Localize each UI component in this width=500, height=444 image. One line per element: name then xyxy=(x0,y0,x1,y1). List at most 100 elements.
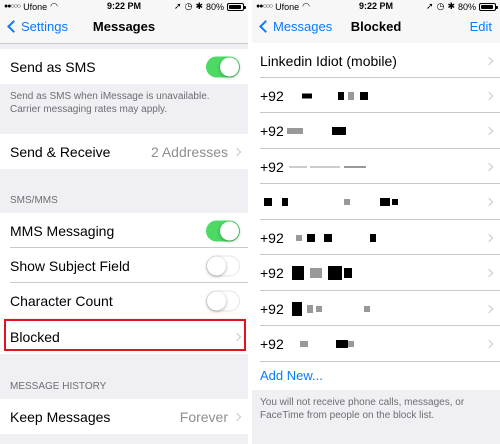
message-history-header: MESSAGE HISTORY xyxy=(10,381,107,392)
blocked-number-prefix: +92 xyxy=(260,265,284,281)
disclosure-chevron-icon xyxy=(484,197,494,207)
redaction-mark xyxy=(296,234,302,241)
redaction-mark xyxy=(324,233,332,242)
redaction-mark xyxy=(310,166,340,167)
redaction-mark xyxy=(344,268,352,278)
send-as-sms-toggle[interactable] xyxy=(206,56,240,77)
alarm-icon: ◷ xyxy=(184,1,193,11)
redaction-mark xyxy=(370,233,376,242)
add-new-button[interactable]: Add New... xyxy=(260,368,323,383)
redaction-mark xyxy=(310,268,322,278)
blocked-number-row[interactable]: +92 xyxy=(252,326,500,362)
show-subject-label: Show Subject Field xyxy=(10,257,130,274)
redaction-mark xyxy=(348,91,354,100)
blocked-number-prefix: +92 xyxy=(260,158,284,175)
show-subject-toggle[interactable] xyxy=(206,255,240,276)
redaction-mark xyxy=(302,93,312,98)
disclosure-chevron-icon xyxy=(484,56,494,65)
nav-bar: Settings Messages xyxy=(0,13,248,44)
blocked-number-row[interactable]: +92 xyxy=(252,291,500,326)
redaction-mark xyxy=(380,198,390,206)
battery-percent: 80% xyxy=(205,1,224,12)
blocked-number-row[interactable]: +92 xyxy=(252,255,500,291)
redaction-mark xyxy=(292,301,302,316)
keep-messages-value: Forever xyxy=(179,408,228,425)
blocked-highlight-box xyxy=(4,319,246,351)
page-title: Blocked xyxy=(350,19,402,34)
alarm-icon: ◷ xyxy=(436,1,445,11)
redaction-mark xyxy=(336,340,348,348)
battery-percent: 80% xyxy=(457,1,476,12)
blocked-number-row[interactable]: +92 xyxy=(252,220,500,255)
keep-messages-label: Keep Messages xyxy=(10,408,111,425)
disclosure-chevron-icon xyxy=(484,268,494,278)
show-subject-row: Show Subject Field xyxy=(0,248,248,283)
blocked-number-prefix: +92 xyxy=(260,300,284,317)
blocked-number-prefix: +92 xyxy=(260,87,284,104)
redaction-mark xyxy=(328,266,342,280)
redaction-mark xyxy=(292,266,304,280)
keep-messages-row[interactable]: Keep Messages Forever xyxy=(0,399,248,434)
disclosure-chevron-icon xyxy=(232,412,242,421)
disclosure-chevron-icon xyxy=(484,304,494,313)
blocked-contact-name: Linkedin Idiot (mobile) xyxy=(260,52,397,69)
disclosure-chevron-icon xyxy=(484,339,494,349)
edit-button[interactable]: Edit xyxy=(470,19,492,34)
disclosure-chevron-icon xyxy=(484,91,494,100)
redaction-mark xyxy=(332,127,346,135)
redaction-mark xyxy=(287,128,297,134)
redaction-mark xyxy=(364,305,370,312)
status-bar: ●●○○○ Ufone ◠ 9:22 PM ➚ ◷ ✱ 80% xyxy=(252,0,500,13)
blocked-number-row[interactable] xyxy=(252,184,500,220)
sms-mms-header: SMS/MMS xyxy=(10,195,58,206)
mms-messaging-toggle[interactable] xyxy=(206,220,240,241)
redaction-mark xyxy=(360,91,368,100)
disclosure-chevron-icon xyxy=(484,162,494,171)
redaction-mark xyxy=(282,198,288,206)
disclosure-chevron-icon xyxy=(484,126,494,136)
disclosure-chevron-icon xyxy=(484,233,494,242)
battery-icon xyxy=(227,2,246,11)
redaction-mark xyxy=(348,341,354,347)
character-count-label: Character Count xyxy=(10,292,113,309)
send-as-sms-row: Send as SMS xyxy=(0,49,248,84)
bluetooth-icon: ✱ xyxy=(447,1,455,11)
blocked-contact-row[interactable]: Linkedin Idiot (mobile) xyxy=(252,43,500,78)
bluetooth-icon: ✱ xyxy=(195,1,203,11)
messages-settings-screen: ●●○○○ Ufone ◠ 9:22 PM ➚ ◷ ✱ 80% Settings… xyxy=(0,0,248,444)
redaction-mark xyxy=(300,341,308,347)
blocked-number-row[interactable]: +92 xyxy=(252,113,500,149)
redaction-mark xyxy=(297,128,303,134)
redaction-mark xyxy=(307,304,313,313)
location-icon: ➚ xyxy=(426,1,434,11)
redaction-mark xyxy=(344,199,350,205)
send-receive-label: Send & Receive xyxy=(10,143,111,160)
block-list-footer: You will not receive phone calls, messag… xyxy=(252,390,500,444)
redaction-mark xyxy=(392,199,398,205)
blocked-number-row[interactable]: +92 xyxy=(252,149,500,184)
mms-messaging-label: MMS Messaging xyxy=(10,222,115,239)
location-icon: ➚ xyxy=(174,1,182,11)
blocked-number-prefix: +92 xyxy=(260,229,284,246)
blocked-number-prefix: +92 xyxy=(260,123,284,139)
mms-messaging-row: MMS Messaging xyxy=(0,213,248,248)
redaction-mark xyxy=(316,305,322,312)
battery-icon xyxy=(479,2,498,11)
redaction-mark xyxy=(264,198,272,206)
status-bar: ●●○○○ Ufone ◠ 9:22 PM ➚ ◷ ✱ 80% xyxy=(0,0,248,13)
send-receive-row[interactable]: Send & Receive 2 Addresses xyxy=(0,134,248,169)
send-receive-value: 2 Addresses xyxy=(150,143,228,160)
nav-bar: Messages Blocked Edit xyxy=(252,13,500,44)
character-count-toggle[interactable] xyxy=(206,290,240,311)
blocked-number-row[interactable]: +92 xyxy=(252,78,500,113)
redaction-mark xyxy=(338,91,344,100)
redaction-mark xyxy=(289,166,307,167)
blocked-number-prefix: +92 xyxy=(260,336,284,352)
character-count-row: Character Count xyxy=(0,283,248,318)
redaction-mark xyxy=(307,233,315,242)
blocked-screen: ●●○○○ Ufone ◠ 9:22 PM ➚ ◷ ✱ 80% Messages… xyxy=(252,0,500,444)
page-title: Messages xyxy=(92,19,156,34)
block-list-footnote: You will not receive phone calls, messag… xyxy=(260,397,465,421)
disclosure-chevron-icon xyxy=(232,147,242,156)
redaction-mark xyxy=(344,165,366,168)
